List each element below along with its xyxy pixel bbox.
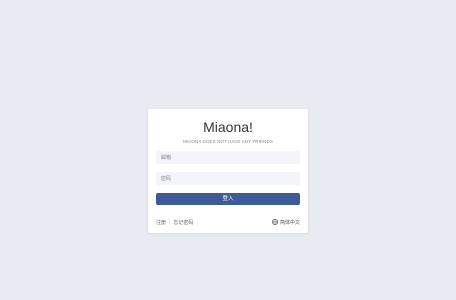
app-subtitle: MIAONA DOES NOT HAVE ANY FRIENDS <box>183 139 273 144</box>
login-card: Miaona! MIAONA DOES NOT HAVE ANY FRIENDS… <box>148 109 308 233</box>
card-footer: 注册 | 忘记密码 简体中文 <box>156 218 300 226</box>
language-label: 简体中文 <box>279 219 300 226</box>
email-field[interactable] <box>156 151 300 164</box>
globe-icon <box>272 219 279 225</box>
footer-links: 注册 | 忘记密码 <box>156 219 193 226</box>
language-selector[interactable]: 简体中文 <box>272 219 300 226</box>
forgot-password-link[interactable]: 忘记密码 <box>173 219 193 226</box>
register-link[interactable]: 注册 <box>156 219 166 226</box>
login-button[interactable]: 登入 <box>156 193 300 205</box>
link-divider: | <box>169 219 171 225</box>
app-title: Miaona! <box>203 119 253 135</box>
password-field[interactable] <box>156 172 300 185</box>
